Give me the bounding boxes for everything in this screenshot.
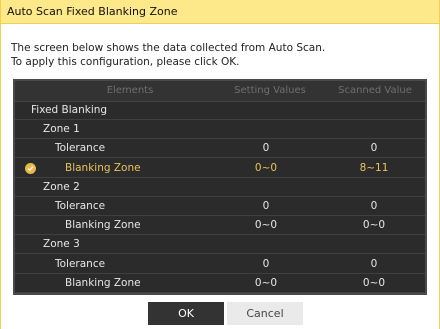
column-header-setting-values: Setting Values (234, 85, 306, 96)
row-scanned-value: 0 (370, 257, 378, 270)
cancel-button[interactable]: Cancel (227, 302, 303, 325)
scan-results-table: Elements Setting Values Scanned Value Fi… (13, 79, 427, 295)
table-row-highlighted: Blanking Zone 0~0 8~11 (15, 159, 425, 178)
description-line-2: To apply this configuration, please clic… (11, 56, 240, 68)
row-element-name: Zone 2 (43, 180, 80, 193)
row-setting-value: 0~0 (254, 161, 278, 174)
row-scanned-value: 8~11 (359, 161, 389, 174)
row-setting-value: 0~0 (254, 219, 278, 232)
table-row: Fixed Blanking (15, 101, 425, 120)
table-row: Zone 3 (15, 235, 425, 255)
row-setting-value: 0 (262, 142, 270, 155)
description-line-1: The screen below shows the data collecte… (11, 42, 326, 54)
column-header-elements: Elements (106, 85, 154, 96)
description-text: The screen below shows the data collecte… (11, 41, 431, 69)
row-setting-value: 0 (262, 257, 270, 270)
table-row: Blanking Zone 0~0 0~0 (15, 274, 425, 293)
table-row: Tolerance 0 0 (15, 197, 425, 216)
table-header: Elements Setting Values Scanned Value (15, 81, 425, 102)
row-scanned-value: 0 (370, 142, 378, 155)
row-element-name: Blanking Zone (65, 219, 141, 232)
row-element-name: Blanking Zone (65, 276, 141, 289)
table-row: Blanking Zone 0~0 0~0 (15, 216, 425, 236)
row-element-name: Tolerance (55, 257, 106, 270)
column-header-scanned-value: Scanned Value (338, 85, 412, 96)
row-element-name: Tolerance (55, 200, 106, 212)
row-element-name: Tolerance (55, 142, 106, 155)
row-scanned-value: 0~0 (362, 219, 386, 232)
table-row: Zone 1 (15, 120, 425, 140)
ok-button[interactable]: OK (148, 302, 224, 325)
row-setting-value: 0 (262, 200, 270, 212)
row-element-name: Fixed Blanking (31, 104, 108, 116)
row-element-name: Zone 3 (43, 238, 80, 251)
row-element-name: Blanking Zone (65, 161, 141, 174)
row-scanned-value: 0~0 (362, 276, 386, 289)
auto-scan-dialog: Auto Scan Fixed Blanking Zone The screen… (0, 0, 440, 329)
row-setting-value: 0~0 (254, 276, 278, 289)
table-row: Tolerance 0 0 (15, 255, 425, 274)
row-scanned-value: 0 (370, 200, 378, 212)
dialog-title: Auto Scan Fixed Blanking Zone (1, 0, 439, 24)
row-element-name: Zone 1 (43, 123, 80, 136)
table-row: Tolerance 0 0 (15, 139, 425, 159)
checkmark-circle-icon (25, 162, 36, 174)
table-row: Zone 2 (15, 178, 425, 197)
